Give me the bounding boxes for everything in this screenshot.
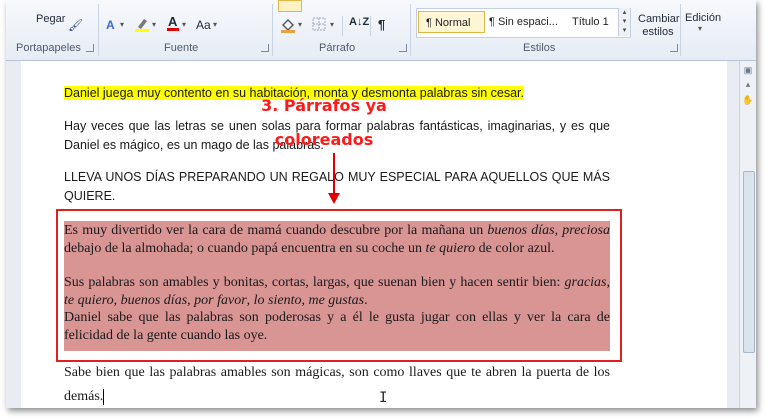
paragraph-group-label: Párrafo [319, 42, 356, 54]
clipboard-group-label: Portapapeles [16, 42, 81, 54]
divider [410, 4, 411, 56]
divider [370, 16, 371, 36]
word-window: Pegar 🖌 Portapapeles A ▾ ▾ A ▾ Aa ▾ Fuen… [6, 0, 756, 408]
ruler-toggle-icon[interactable]: ▣ [742, 65, 754, 79]
scrollbar-thumb[interactable] [743, 171, 755, 353]
vertical-scrollbar[interactable]: ▣ ▴ ✋ [739, 61, 756, 408]
chevron-down-icon[interactable]: ▾ [698, 24, 702, 33]
font-launcher-icon[interactable] [261, 44, 269, 52]
chevron-down-icon[interactable]: ▾ [330, 20, 334, 29]
font-color-icon[interactable]: A [166, 14, 180, 35]
ibeam-cursor-icon: I [379, 390, 388, 406]
divider [98, 4, 99, 56]
show-marks-icon[interactable]: ¶ [378, 17, 385, 32]
style-heading-1[interactable]: Título 1 [572, 11, 624, 33]
align-button[interactable] [278, 0, 302, 12]
clipboard-launcher-icon[interactable] [86, 44, 94, 52]
style-normal[interactable]: ¶ Normal [418, 11, 485, 33]
highlight-icon[interactable] [134, 16, 150, 35]
styles-scroll-icon[interactable]: ▴ ▾ ▾ [618, 8, 630, 36]
styles-gallery[interactable]: ¶ Normal ¶ Sin espaci... Título 1 [416, 8, 631, 38]
chevron-down-icon[interactable]: ▾ [120, 20, 124, 29]
change-styles-button[interactable]: Cambiar estilos [638, 13, 680, 39]
chevron-down-icon[interactable]: ▾ [152, 20, 156, 29]
svg-text:A: A [168, 14, 178, 29]
format-painter-icon[interactable]: 🖌 [68, 18, 83, 32]
divider [272, 4, 273, 56]
paste-button[interactable]: Pegar [36, 13, 65, 25]
paragraph-last[interactable]: Sabe bien que las palabras amables son m… [64, 361, 610, 408]
chevron-down-icon[interactable]: ▾ [182, 20, 186, 29]
annotation-arrow [333, 153, 335, 195]
divider [342, 16, 343, 36]
font-size-icon[interactable]: Aa [196, 18, 211, 32]
divider [680, 4, 681, 56]
styles-launcher-icon[interactable] [670, 44, 678, 52]
arrow-down-icon [328, 193, 340, 204]
styles-group-label: Estilos [523, 42, 556, 54]
annotation-callout: 3. Párrafos ya coloreados [250, 96, 398, 150]
ribbon: Pegar 🖌 Portapapeles A ▾ ▾ A ▾ Aa ▾ Fuen… [6, 0, 756, 61]
pan-hand-icon[interactable]: ✋ [742, 95, 754, 109]
font-group-label: Fuente [164, 42, 199, 54]
text-effects-icon[interactable]: A [106, 18, 115, 32]
sort-icon[interactable]: A↓Z [349, 16, 369, 28]
style-no-spacing[interactable]: ¶ Sin espaci... [489, 11, 567, 33]
text-caret [103, 388, 105, 405]
chevron-down-icon[interactable]: ▾ [213, 20, 217, 29]
borders-icon[interactable] [312, 17, 326, 34]
annotation-line-1: 3. Párrafos ya [261, 96, 387, 115]
shading-icon[interactable] [280, 17, 296, 36]
annotation-box [56, 209, 622, 362]
paragraph-launcher-icon[interactable] [399, 44, 407, 52]
editing-button[interactable]: Edición [685, 12, 721, 24]
chevron-down-icon[interactable]: ▾ [298, 20, 302, 29]
annotation-line-2: coloreados [274, 130, 374, 149]
scroll-up-icon[interactable]: ▴ [742, 79, 754, 93]
